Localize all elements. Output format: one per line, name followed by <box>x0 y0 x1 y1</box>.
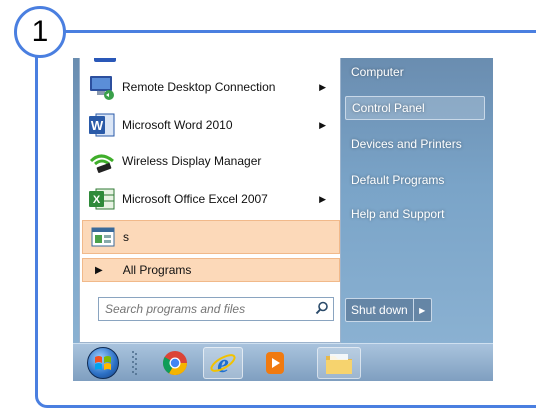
program-item-s[interactable]: s <box>82 220 340 254</box>
submenu-arrow-icon: ▶ <box>319 193 326 204</box>
search-input[interactable] <box>99 299 311 319</box>
submenu-arrow-icon: ▶ <box>319 81 326 92</box>
wireless-display-icon <box>86 147 118 175</box>
svg-text:e: e <box>217 349 229 377</box>
right-item-computer[interactable]: Computer <box>345 60 485 84</box>
all-programs-label: All Programs <box>122 263 192 277</box>
program-item-excel[interactable]: X Microsoft Office Excel 2007 ▶ <box>82 182 340 216</box>
taskbar: e <box>73 343 493 381</box>
step-number-badge: 1 <box>14 6 66 58</box>
chrome-icon[interactable] <box>155 347 195 379</box>
program-item-word[interactable]: W Microsoft Word 2010 ▶ <box>82 108 340 142</box>
right-item-help-support[interactable]: Help and Support <box>345 202 485 226</box>
file-explorer-icon[interactable] <box>317 347 361 379</box>
taskbar-grip[interactable] <box>131 347 137 379</box>
search-icon[interactable] <box>311 301 333 318</box>
word-icon: W <box>86 111 118 139</box>
shutdown-button[interactable]: Shut down <box>345 298 414 322</box>
program-item-wireless-display[interactable]: Wireless Display Manager <box>82 144 340 178</box>
submenu-arrow-icon: ▶ <box>319 119 326 130</box>
start-menu-screenshot: Remote Desktop Connection ▶ W Microsoft … <box>73 58 493 381</box>
shutdown-options-arrow-icon[interactable]: ▶ <box>413 298 432 322</box>
program-label: Remote Desktop Connection <box>122 80 276 94</box>
right-item-default-programs[interactable]: Default Programs <box>345 168 485 192</box>
expand-arrow-icon: ▶ <box>95 264 103 276</box>
excel-icon: X <box>86 185 118 213</box>
program-label: s <box>123 230 129 244</box>
program-label: Microsoft Office Excel 2007 <box>122 192 268 206</box>
svg-text:X: X <box>93 194 101 206</box>
program-label: Microsoft Word 2010 <box>122 118 233 132</box>
programs-pane: Remote Desktop Connection ▶ W Microsoft … <box>79 58 341 343</box>
media-player-icon[interactable] <box>255 347 295 379</box>
remote-desktop-icon <box>86 73 118 101</box>
start-orb-icon[interactable] <box>87 347 119 379</box>
all-programs-button[interactable]: ▶ All Programs <box>82 258 340 282</box>
right-item-devices-printers[interactable]: Devices and Printers <box>345 132 485 156</box>
program-label: Wireless Display Manager <box>122 154 262 168</box>
right-item-control-panel[interactable]: Control Panel <box>345 96 485 120</box>
search-box[interactable] <box>98 297 334 321</box>
internet-explorer-icon[interactable]: e <box>203 347 243 379</box>
svg-text:W: W <box>91 118 104 133</box>
partial-program-icon <box>94 58 116 62</box>
app-window-icon <box>87 223 119 251</box>
shutdown-group: Shut down ▶ <box>345 298 432 322</box>
program-item-remote-desktop[interactable]: Remote Desktop Connection ▶ <box>82 70 340 104</box>
